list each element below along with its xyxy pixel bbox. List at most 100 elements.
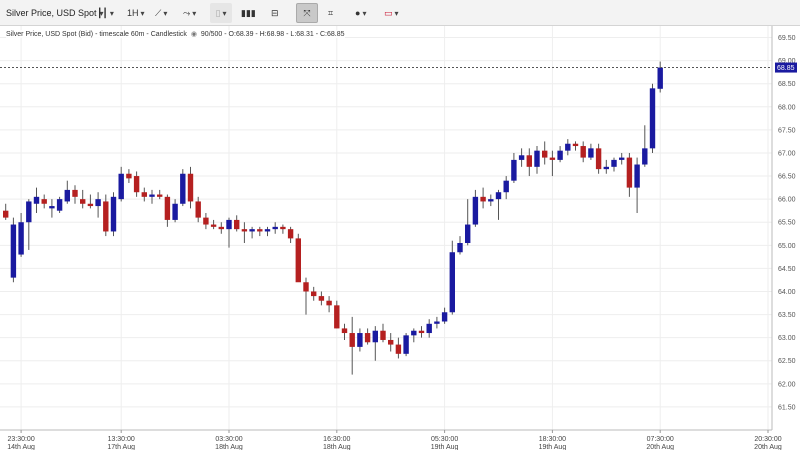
chart-type-button[interactable]: ┃┃ ▾ <box>97 0 114 26</box>
candle[interactable] <box>334 300 340 329</box>
candle[interactable] <box>64 180 70 204</box>
candle[interactable] <box>634 157 640 213</box>
candle[interactable] <box>418 326 425 338</box>
candle[interactable] <box>357 328 363 352</box>
eye-icon[interactable]: ◉ <box>191 31 197 38</box>
candle[interactable] <box>488 194 494 207</box>
candle[interactable] <box>87 194 94 209</box>
candle-body-up <box>249 229 255 232</box>
candle[interactable] <box>272 222 278 234</box>
candle[interactable] <box>511 152 517 183</box>
candle[interactable] <box>187 166 194 209</box>
candle[interactable] <box>626 152 633 197</box>
candle[interactable] <box>395 337 402 359</box>
volume-button[interactable]: ▮▮▮ <box>241 0 256 26</box>
candle[interactable] <box>49 199 55 218</box>
candle[interactable] <box>218 222 224 234</box>
price-chart[interactable]: 61.50 62.00 62.50 63.00 63.50 64.00 64.50 65.00… <box>0 26 800 450</box>
candle[interactable] <box>18 212 24 257</box>
candle[interactable] <box>318 291 325 306</box>
candle[interactable] <box>249 226 255 239</box>
candle[interactable] <box>133 171 140 197</box>
screenshot-button[interactable]: ⌗ <box>328 0 333 26</box>
candle[interactable] <box>380 323 386 343</box>
candle[interactable] <box>388 333 394 352</box>
chart-area[interactable]: 61.50 62.00 62.50 63.00 63.50 64.00 64.50 65.00… <box>0 26 800 450</box>
candle[interactable] <box>372 326 378 361</box>
candle[interactable] <box>195 196 201 223</box>
candle[interactable] <box>72 185 78 204</box>
candle[interactable] <box>103 194 109 237</box>
candle[interactable] <box>56 196 63 213</box>
candle[interactable] <box>403 333 409 357</box>
candle[interactable] <box>495 189 502 220</box>
indicators-button[interactable]: ⤳ ▾ <box>183 0 196 26</box>
template-button[interactable]: ▯ ▾ <box>210 3 232 23</box>
candle-body-up <box>56 199 63 211</box>
candle[interactable] <box>3 203 9 220</box>
candle[interactable] <box>480 187 486 209</box>
candle[interactable] <box>503 176 509 200</box>
candle[interactable] <box>434 316 440 329</box>
candle[interactable] <box>234 215 240 232</box>
candle[interactable] <box>26 199 32 250</box>
y-tick-label: 64.00 <box>778 289 796 296</box>
candle[interactable] <box>457 236 463 255</box>
candle[interactable] <box>41 194 47 209</box>
candle[interactable] <box>588 143 594 160</box>
candle[interactable] <box>280 224 286 234</box>
candle[interactable] <box>518 148 525 167</box>
candle[interactable] <box>10 217 17 283</box>
candle[interactable] <box>611 157 617 172</box>
interval-button[interactable]: 1H ▾ <box>127 0 145 26</box>
fullscreen-button[interactable]: ⤧ <box>296 3 318 23</box>
candle[interactable] <box>326 296 332 313</box>
candle[interactable] <box>295 233 301 283</box>
candle[interactable] <box>426 319 432 338</box>
candle[interactable] <box>203 212 209 230</box>
theme-button[interactable]: ● ▾ <box>355 0 366 26</box>
candle[interactable] <box>649 83 656 153</box>
candle[interactable] <box>157 189 163 200</box>
candle[interactable] <box>349 316 355 375</box>
candle[interactable] <box>33 187 40 213</box>
candle[interactable] <box>303 277 309 315</box>
candle[interactable] <box>172 199 178 223</box>
layout-button[interactable]: ⊟ <box>271 0 279 26</box>
candle[interactable] <box>118 166 124 202</box>
candle[interactable] <box>149 189 155 204</box>
language-button[interactable]: ▭ ▾ <box>384 0 399 26</box>
candle[interactable] <box>657 61 663 93</box>
candle[interactable] <box>472 189 479 227</box>
candle-body-down <box>241 229 248 232</box>
candle[interactable] <box>95 192 101 218</box>
candle[interactable] <box>287 226 294 244</box>
candle[interactable] <box>241 222 248 244</box>
candle[interactable] <box>311 286 317 301</box>
candle[interactable] <box>264 226 271 237</box>
candle[interactable] <box>226 217 232 248</box>
candle[interactable] <box>549 150 556 177</box>
candle[interactable] <box>619 152 625 165</box>
candle[interactable] <box>572 141 579 151</box>
candle[interactable] <box>534 146 540 174</box>
candle[interactable] <box>80 189 86 209</box>
candle[interactable] <box>257 226 263 237</box>
candle[interactable] <box>642 125 648 167</box>
candle[interactable] <box>595 143 602 174</box>
candle[interactable] <box>411 328 417 343</box>
candle[interactable] <box>542 141 548 165</box>
drawing-tools-button[interactable]: ⟋ ▾ <box>155 0 167 26</box>
candle[interactable] <box>580 141 586 163</box>
candle[interactable] <box>210 219 217 230</box>
candle[interactable] <box>441 307 448 324</box>
candle[interactable] <box>180 169 186 207</box>
y-tick-label: 61.50 <box>778 404 796 411</box>
candle[interactable] <box>557 146 563 163</box>
candle[interactable] <box>603 159 609 174</box>
candle[interactable] <box>449 240 455 315</box>
candle[interactable] <box>126 169 132 183</box>
instrument-selector[interactable]: Silver Price, USD Spot ▾ <box>6 0 104 26</box>
candle[interactable] <box>364 328 371 345</box>
candle[interactable] <box>110 192 117 237</box>
